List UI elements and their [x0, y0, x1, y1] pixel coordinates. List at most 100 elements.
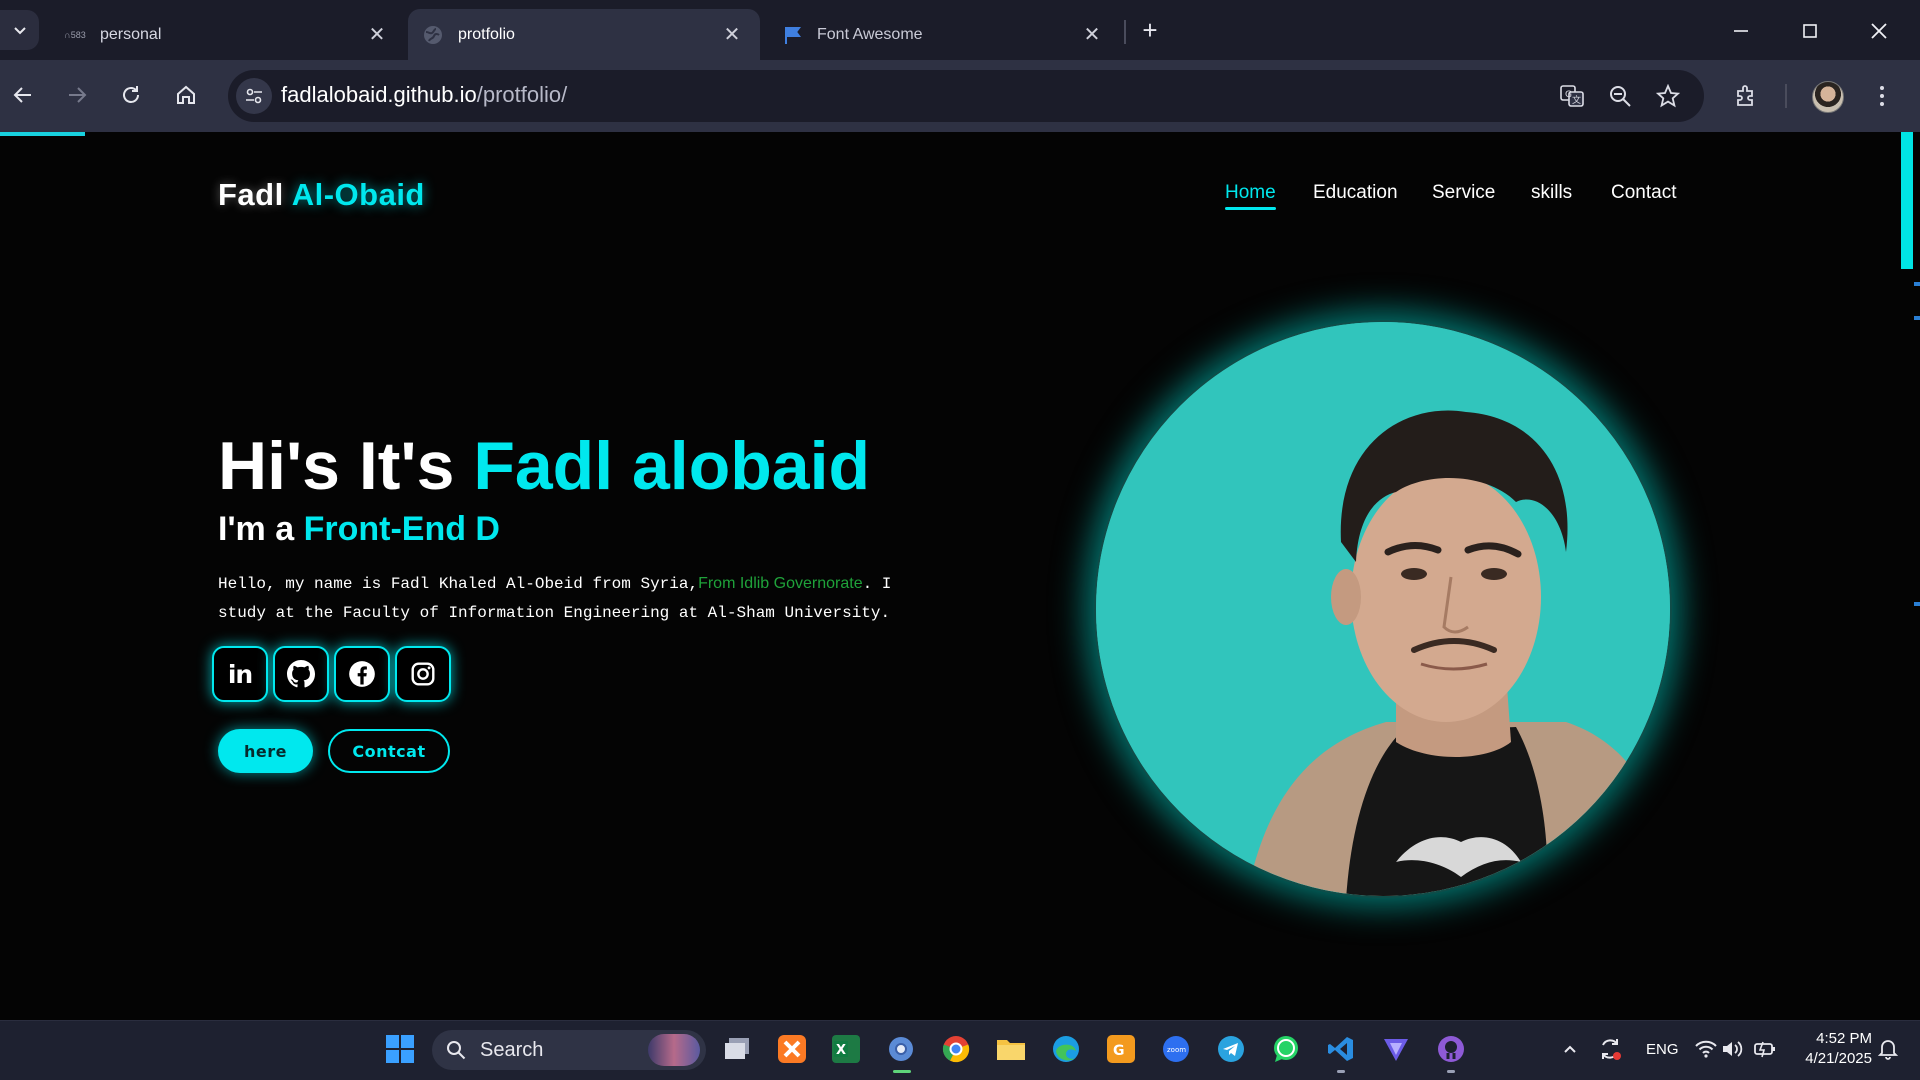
screen: ∩583 personal ✕ protfolio ✕ Font Awesome…: [0, 0, 1920, 1080]
close-tab-icon[interactable]: ✕: [722, 24, 742, 46]
logo-accent: Al-Obaid: [291, 177, 425, 212]
extensions-icon[interactable]: [1730, 80, 1762, 112]
tab-search-button[interactable]: [0, 10, 39, 50]
url-path: /protfolio/: [476, 82, 568, 107]
open-app-indicator: [1337, 1070, 1345, 1073]
close-tab-icon[interactable]: ✕: [367, 24, 387, 46]
input-language[interactable]: ENG: [1646, 1041, 1679, 1058]
hero-role: Front-End D: [303, 510, 500, 548]
nav-contact[interactable]: Contact: [1611, 182, 1676, 212]
minimize-icon[interactable]: [1726, 16, 1756, 46]
maximize-icon[interactable]: [1795, 16, 1825, 46]
whatsapp-icon[interactable]: [1270, 1033, 1302, 1065]
zoom-out-icon[interactable]: [1604, 80, 1636, 112]
tab-font-awesome[interactable]: Font Awesome ✕: [763, 9, 1120, 60]
tab-favicon: ∩583: [64, 29, 86, 40]
search-icon: [447, 1041, 466, 1060]
profile-photo: [1094, 320, 1672, 898]
svg-text:zoom: zoom: [1167, 1046, 1186, 1054]
tab-protfolio[interactable]: protfolio ✕: [408, 9, 760, 60]
excel-icon[interactable]: X: [830, 1033, 862, 1065]
pdf-editor-icon[interactable]: G: [1105, 1033, 1137, 1065]
nav-service[interactable]: Service: [1432, 182, 1495, 212]
search-label: Search: [480, 1038, 544, 1061]
active-app-indicator: [893, 1070, 911, 1073]
tab-title: Font Awesome: [817, 25, 923, 43]
sync-icon[interactable]: [1594, 1033, 1626, 1065]
xampp-icon[interactable]: [776, 1033, 808, 1065]
github-desktop-icon[interactable]: [1435, 1033, 1467, 1065]
scrollbar-thumb[interactable]: [1901, 132, 1913, 269]
url-text[interactable]: fadlalobaid.github.io/protfolio/: [281, 82, 567, 108]
nav-skills[interactable]: skills: [1531, 182, 1572, 212]
hero-text-start: Hello, my name is Fadl Khaled Al-Obeid f…: [218, 575, 699, 593]
svg-text:文: 文: [1572, 94, 1581, 106]
site-logo[interactable]: Fadl Al-Obaid: [218, 177, 425, 213]
notification-bell-icon[interactable]: [1872, 1033, 1904, 1065]
translate-icon[interactable]: G文: [1556, 80, 1588, 112]
hero-title-start: Hi's It's: [218, 428, 455, 504]
facebook-icon: [349, 661, 375, 687]
open-app-indicator: [1447, 1070, 1455, 1073]
bookmark-star-icon[interactable]: [1652, 80, 1684, 112]
nav-education[interactable]: Education: [1313, 182, 1398, 212]
here-button[interactable]: here: [218, 729, 313, 773]
back-arrow-icon[interactable]: [8, 80, 38, 110]
profile-avatar[interactable]: [1812, 81, 1844, 113]
more-menu-icon[interactable]: [1866, 80, 1898, 112]
close-tab-icon[interactable]: ✕: [1082, 24, 1102, 46]
facebook-link[interactable]: [334, 646, 390, 702]
chevron-up-icon[interactable]: [1554, 1033, 1586, 1065]
svg-text:G: G: [1565, 90, 1572, 100]
reload-icon[interactable]: [116, 80, 146, 110]
telegram-icon[interactable]: [1215, 1033, 1247, 1065]
new-tab-icon[interactable]: +: [1138, 17, 1162, 43]
tab-divider: [1124, 20, 1126, 44]
flag-icon: [783, 25, 803, 45]
svg-text:G: G: [1113, 1043, 1125, 1059]
close-window-icon[interactable]: [1864, 16, 1894, 46]
scrollbar-marker: [1914, 602, 1920, 606]
hero-name: Fadl alobaid: [473, 428, 871, 504]
volume-icon[interactable]: [1716, 1033, 1748, 1065]
tab-personal[interactable]: ∩583 personal ✕: [40, 9, 405, 60]
clock-time[interactable]: 4:52 PM: [1776, 1030, 1872, 1047]
task-view-icon[interactable]: [721, 1033, 753, 1065]
scrollbar-marker: [1914, 316, 1920, 320]
windows-start-icon[interactable]: [384, 1033, 416, 1065]
vpn-icon[interactable]: [1380, 1033, 1412, 1065]
linkedin-icon: in: [227, 659, 253, 689]
file-explorer-icon[interactable]: [995, 1033, 1027, 1065]
logo-first: Fadl: [218, 177, 284, 212]
chrome-icon[interactable]: [940, 1033, 972, 1065]
site-info-icon[interactable]: [236, 78, 272, 114]
nav-home[interactable]: Home: [1225, 182, 1276, 212]
chrome-canary-icon[interactable]: [885, 1033, 917, 1065]
contact-button[interactable]: Contcat: [328, 729, 450, 773]
edge-icon[interactable]: [1050, 1033, 1082, 1065]
hero-title: Hi's It's Fadl alobaid: [218, 427, 870, 505]
clock-date[interactable]: 4/21/2025: [1776, 1050, 1872, 1067]
vscode-icon[interactable]: [1325, 1033, 1357, 1065]
webpage: Fadl Al-Obaid Home Education Service ski…: [0, 132, 1900, 1020]
taskbar-search[interactable]: Search: [432, 1030, 706, 1070]
tab-title: protfolio: [458, 25, 515, 43]
toolbar-divider: [1785, 84, 1787, 108]
portrait-illustration: [1096, 322, 1670, 896]
github-link[interactable]: [273, 646, 329, 702]
search-highlight-image: [648, 1034, 700, 1066]
instagram-icon: [411, 662, 435, 686]
instagram-link[interactable]: [395, 646, 451, 702]
home-icon[interactable]: [171, 80, 201, 110]
url-domain: fadlalobaid.github.io: [281, 82, 477, 107]
zoom-icon[interactable]: zoom: [1160, 1033, 1192, 1065]
linkedin-link[interactable]: in: [212, 646, 268, 702]
hero-description: Hello, my name is Fadl Khaled Al-Obeid f…: [218, 569, 938, 628]
hero-subtitle: I'm a Front-End D: [218, 510, 500, 549]
github-icon: [287, 660, 315, 688]
forward-arrow-icon[interactable]: [62, 80, 92, 110]
svg-text:X: X: [836, 1043, 846, 1058]
chevron-down-icon: [13, 27, 26, 35]
page-load-progress: [0, 132, 85, 136]
scrollbar-marker: [1914, 282, 1920, 286]
